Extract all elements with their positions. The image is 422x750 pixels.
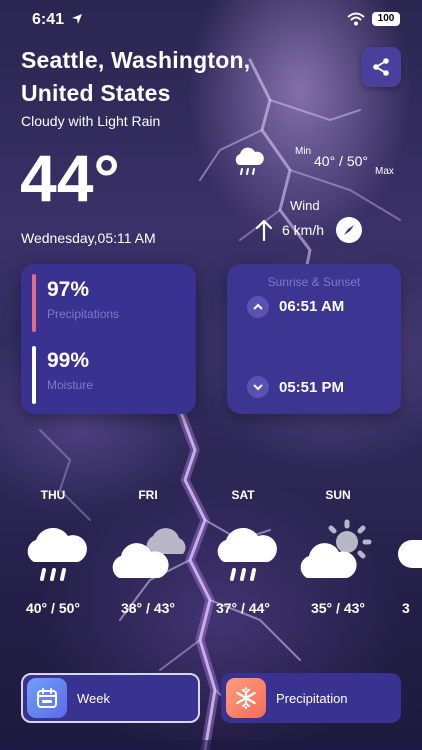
- weather-condition: Cloudy with Light Rain: [21, 113, 161, 129]
- sunset-time: 05:51 PM: [279, 379, 345, 396]
- current-temperature: 44°: [20, 141, 120, 215]
- bottom-edge: [0, 740, 422, 750]
- moisture-value: 99%: [47, 349, 90, 372]
- precipitation-value: 97%: [47, 278, 90, 301]
- forecast-temp: 37° / 44°: [215, 600, 270, 616]
- location-title: Seattle, Washington, United States: [21, 44, 321, 110]
- partly-sunny-icon: [300, 519, 372, 578]
- current-date: Wednesday,05:11 AM: [21, 230, 156, 246]
- moisture-bar: [32, 346, 36, 404]
- week-button[interactable]: Week: [21, 673, 200, 723]
- wind-direction-arrow-icon: [255, 219, 273, 242]
- daily-forecast: THU 40° / 50° FRI 38° / 43° SAT 37° / 44: [0, 488, 422, 628]
- forecast-temp: 38° / 43°: [120, 600, 175, 616]
- forecast-day-name: [388, 488, 422, 508]
- precipitation-bar: [32, 274, 36, 332]
- status-bar: 6:41 100: [0, 0, 422, 40]
- forecast-day-name: FRI: [138, 488, 158, 502]
- forecast-day-name: SUN: [325, 488, 351, 502]
- sunrise-time: 06:51 AM: [279, 298, 345, 315]
- forecast-day[interactable]: SAT 37° / 44°: [198, 488, 288, 616]
- location-arrow-icon: [72, 14, 82, 24]
- precipitation-button-label: Precipitation: [276, 690, 348, 706]
- humidity-card: 97% Precipitations 99% Moisture: [21, 264, 196, 414]
- forecast-day[interactable]: SUN 35° / 43°: [293, 488, 383, 616]
- week-button-label: Week: [77, 690, 110, 706]
- location-line-1: Seattle, Washington,: [21, 47, 251, 73]
- min-max-temperature: 40° / 50°: [314, 153, 369, 169]
- chevron-down-icon: [247, 376, 269, 398]
- compass-icon: [336, 217, 362, 243]
- forecast-day-name: THU: [40, 488, 66, 502]
- cloud-rain-icon: [217, 527, 277, 581]
- precipitation-label: Precipitations: [47, 307, 120, 321]
- chevron-up-icon: [247, 296, 269, 318]
- cloud-rain-icon: [235, 147, 264, 175]
- min-label: Min: [295, 146, 312, 157]
- status-time: 6:41: [32, 11, 65, 28]
- cloud-rain-icon: [27, 527, 87, 581]
- forecast-day[interactable]: THU 40° / 50°: [8, 488, 98, 616]
- forecast-day-name: SAT: [231, 488, 255, 502]
- share-button[interactable]: [361, 47, 401, 87]
- wind-label: Wind: [290, 198, 320, 213]
- cloud-icon: [398, 540, 422, 568]
- location-line-2: United States: [21, 80, 171, 106]
- calendar-icon: [27, 678, 67, 718]
- moisture-label: Moisture: [47, 378, 94, 392]
- forecast-day[interactable]: FRI 38° / 43°: [103, 488, 193, 616]
- forecast-temp: 3: [402, 600, 410, 616]
- sunrise-sunset-title: Sunrise & Sunset: [267, 275, 361, 289]
- clouds-icon: [112, 528, 186, 578]
- battery-indicator: 100: [372, 12, 400, 26]
- wind-speed: 6 km/h: [282, 222, 325, 238]
- share-icon: [373, 58, 389, 76]
- forecast-temp: 35° / 43°: [310, 600, 365, 616]
- wifi-icon: [347, 12, 365, 26]
- sunrise-sunset-card: Sunrise & Sunset 06:51 AM 05:51 PM: [227, 264, 401, 414]
- forecast-day[interactable]: 3: [388, 488, 422, 616]
- snowflake-icon: [226, 678, 266, 718]
- forecast-temp: 40° / 50°: [25, 600, 80, 616]
- max-label: Max: [375, 166, 394, 177]
- precipitation-button[interactable]: Precipitation: [221, 673, 401, 723]
